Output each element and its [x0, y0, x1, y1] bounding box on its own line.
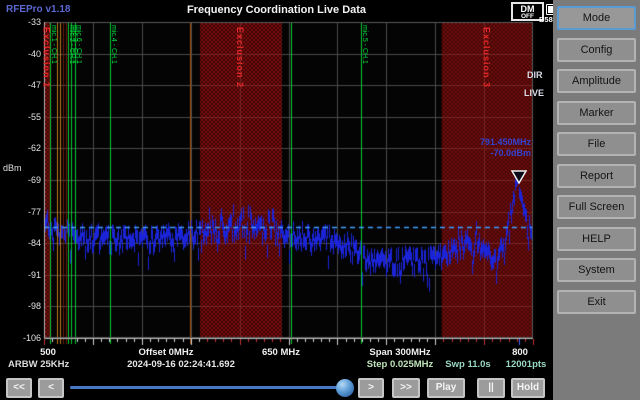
play-button[interactable]: Play — [427, 378, 465, 398]
sweep-points-readout: 12001pts — [498, 359, 554, 370]
exclusion-zone-label: Exclusion 3 — [481, 27, 491, 88]
timestamp-readout: 2024-09-16 02:24:41.692 — [106, 359, 256, 370]
full-screen-button[interactable]: Full Screen — [557, 195, 636, 219]
rf-analyzer-app: RFEPro v1.18 Frequency Coordination Live… — [0, 0, 640, 400]
live-status-label: LIVE — [524, 88, 544, 98]
y-axis-tick-label: -40 — [10, 49, 41, 59]
exit-button[interactable]: Exit — [557, 290, 636, 314]
pause-button[interactable]: || — [477, 378, 505, 398]
dm-off-label: OFF — [513, 14, 542, 21]
device-line-label: mic.1 - CH.1 — [50, 25, 57, 64]
marker-triangle[interactable] — [510, 169, 528, 185]
x-axis-start-label: 500 — [24, 347, 72, 358]
report-button[interactable]: Report — [557, 164, 636, 188]
side-menu-panel: Mode Config Amplitude Marker File Report… — [553, 0, 640, 400]
x-axis-center-label: 650 MHz — [231, 347, 331, 358]
device-line-label: mic.6 - CH.1 — [75, 25, 82, 64]
spectrum-plot-canvas — [0, 0, 640, 400]
y-axis-tick-label: -55 — [10, 112, 41, 122]
exclusion-zone-label: Exclusion 2 — [235, 27, 245, 88]
step-back-button[interactable]: < — [38, 378, 64, 398]
amplitude-button[interactable]: Amplitude — [557, 69, 636, 93]
y-axis-tick-label: -33 — [10, 17, 41, 27]
device-line-label: mic.4 - CH.1 — [110, 25, 117, 64]
sweep-time-readout: Swp 11.0s — [438, 359, 498, 370]
timeline-slider-track[interactable] — [70, 386, 352, 389]
fast-forward-button[interactable]: >> — [392, 378, 420, 398]
hold-button[interactable]: Hold — [511, 378, 545, 398]
system-button[interactable]: System — [557, 258, 636, 282]
x-axis-end-label: 800 — [496, 347, 544, 358]
marker-button[interactable]: Marker — [557, 101, 636, 125]
y-axis-tick-label: -106 — [10, 333, 41, 343]
y-axis-tick-label: -84 — [10, 238, 41, 248]
marker-frequency-readout: 791.450MHz — [421, 137, 531, 147]
span-readout: Span 300MHz — [340, 347, 460, 358]
rbw-readout: ARBW 25KHz — [8, 359, 98, 370]
rewind-button[interactable]: << — [6, 378, 32, 398]
y-axis-tick-label: -47 — [10, 80, 41, 90]
y-axis-tick-label: -62 — [10, 143, 41, 153]
file-button[interactable]: File — [557, 132, 636, 156]
marker-amplitude-readout: -70.0dBm — [421, 148, 531, 158]
y-axis-tick-label: -69 — [10, 175, 41, 185]
offset-readout: Offset 0MHz — [106, 347, 226, 358]
page-title: Frequency Coordination Live Data — [0, 4, 553, 16]
help-button[interactable]: HELP — [557, 227, 636, 251]
device-line-label: mic.5 - CH.1 — [361, 25, 368, 64]
y-axis-tick-label: -91 — [10, 270, 41, 280]
y-axis-tick-label: -98 — [10, 301, 41, 311]
mode-button[interactable]: Mode — [557, 6, 636, 30]
config-button[interactable]: Config — [557, 38, 636, 62]
step-forward-button[interactable]: > — [358, 378, 384, 398]
dir-status-label: DIR — [527, 70, 543, 80]
timeline-slider-thumb[interactable] — [336, 379, 354, 397]
y-axis-unit-label: dBm — [3, 163, 22, 173]
y-axis-tick-label: -77 — [10, 207, 41, 217]
